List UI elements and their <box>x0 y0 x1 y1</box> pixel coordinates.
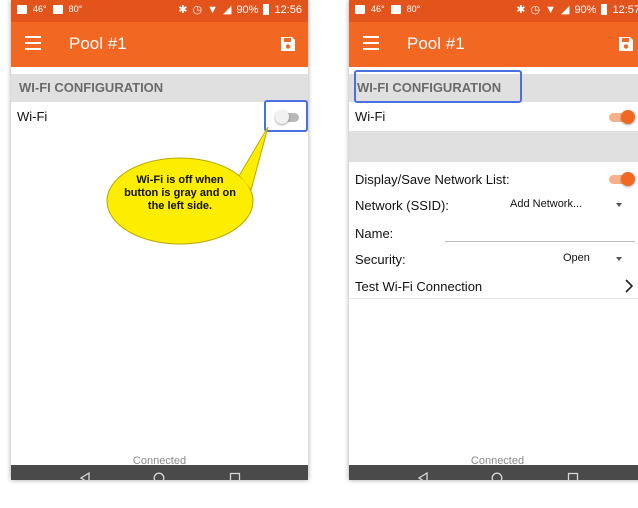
thermostat-notification-icon <box>390 4 401 14</box>
name-label: Name: <box>355 226 394 241</box>
display-save-row: Display/Save Network List: <box>349 167 638 191</box>
cell-signal-icon: ◢ <box>560 4 570 16</box>
display-save-label: Display/Save Network List: <box>355 172 510 187</box>
app-bar: Pool #1 <box>349 22 638 67</box>
save-icon[interactable] <box>618 36 634 52</box>
security-label: Security: <box>355 252 406 267</box>
row-divider <box>349 298 638 299</box>
chevron-down-icon[interactable] <box>616 257 622 261</box>
nav-bar <box>349 465 638 480</box>
wifi-signal-icon: ▼ <box>545 3 556 16</box>
back-triangle-icon[interactable] <box>417 472 429 480</box>
weather-temperature: 46° <box>371 4 385 14</box>
network-label: Network (SSID): <box>355 198 449 213</box>
weather-temperature: 46° <box>33 4 47 14</box>
wifi-row: Wi-Fi <box>349 104 638 128</box>
section-header: WI-FI CONFIGURATION <box>11 74 308 102</box>
network-row: Network (SSID): <box>349 193 638 217</box>
chevron-right-icon[interactable] <box>624 278 634 294</box>
bluetooth-icon: ✱ <box>516 4 526 16</box>
save-icon[interactable] <box>280 36 296 52</box>
extra-temperature: 80° <box>68 4 83 14</box>
phone-screen-left: 46° 80° ✱ ◷ ▼ ◢ 90% 12:56 Pool #1 WI-FI … <box>11 0 308 480</box>
nav-bar <box>11 465 308 480</box>
app-bar: Pool #1 <box>11 22 308 67</box>
chevron-down-icon[interactable] <box>616 203 622 207</box>
home-circle-icon[interactable] <box>153 472 165 480</box>
callout-balloon <box>106 126 269 245</box>
hamburger-icon[interactable] <box>25 36 41 50</box>
display-save-toggle[interactable] <box>609 172 635 186</box>
name-input[interactable] <box>445 232 635 242</box>
wifi-signal-icon: ▼ <box>207 3 218 16</box>
battery-percent: 90% <box>236 3 259 16</box>
network-select[interactable]: Add Network... <box>510 198 582 210</box>
extra-temperature: 80° <box>406 4 421 14</box>
home-circle-icon[interactable] <box>491 472 503 480</box>
test-connection-label: Test Wi-Fi Connection <box>355 279 483 294</box>
app-title: Pool #1 <box>407 34 465 53</box>
security-select[interactable]: Open <box>563 252 590 264</box>
test-connection-row[interactable]: Test Wi-Fi Connection <box>349 274 638 298</box>
wifi-toggle[interactable] <box>609 110 635 124</box>
divider-band <box>349 131 638 162</box>
phone-screen-right: 46° 80° ✱ ◷ ▼ ◢ 90% 12:57 Pool #1 WI-FI … <box>349 0 638 480</box>
status-bar: 46° 80° ✱ ◷ ▼ ◢ 90% 12:57 <box>349 0 638 22</box>
alarm-icon: ◷ <box>192 4 203 16</box>
clock-time: 12:56 <box>274 3 302 16</box>
gallery-notification-icon <box>355 4 365 14</box>
callout-text: Wi-Fi is off when button is gray and on … <box>124 174 236 212</box>
recents-square-icon[interactable] <box>229 472 241 480</box>
recents-square-icon[interactable] <box>567 472 579 480</box>
battery-icon <box>263 4 270 15</box>
gallery-notification-icon <box>17 4 27 14</box>
app-title: Pool #1 <box>69 34 127 53</box>
wifi-label: Wi-Fi <box>355 109 386 124</box>
clock-time: 12:57 <box>612 3 638 16</box>
status-bar: 46° 80° ✱ ◷ ▼ ◢ 90% 12:56 <box>11 0 308 22</box>
toggle-highlight-box <box>264 100 308 132</box>
alarm-icon: ◷ <box>530 4 541 16</box>
section-title: WI-FI CONFIGURATION <box>19 80 164 95</box>
thermostat-notification-icon <box>52 4 63 14</box>
battery-icon <box>601 4 608 15</box>
bluetooth-icon: ✱ <box>178 4 188 16</box>
back-triangle-icon[interactable] <box>79 472 91 480</box>
wifi-label: Wi-Fi <box>17 109 48 124</box>
section-highlight-box <box>354 70 522 103</box>
security-row: Security: <box>349 247 638 271</box>
cell-signal-icon: ◢ <box>222 4 232 16</box>
battery-percent: 90% <box>574 3 597 16</box>
hamburger-icon[interactable] <box>363 36 379 50</box>
